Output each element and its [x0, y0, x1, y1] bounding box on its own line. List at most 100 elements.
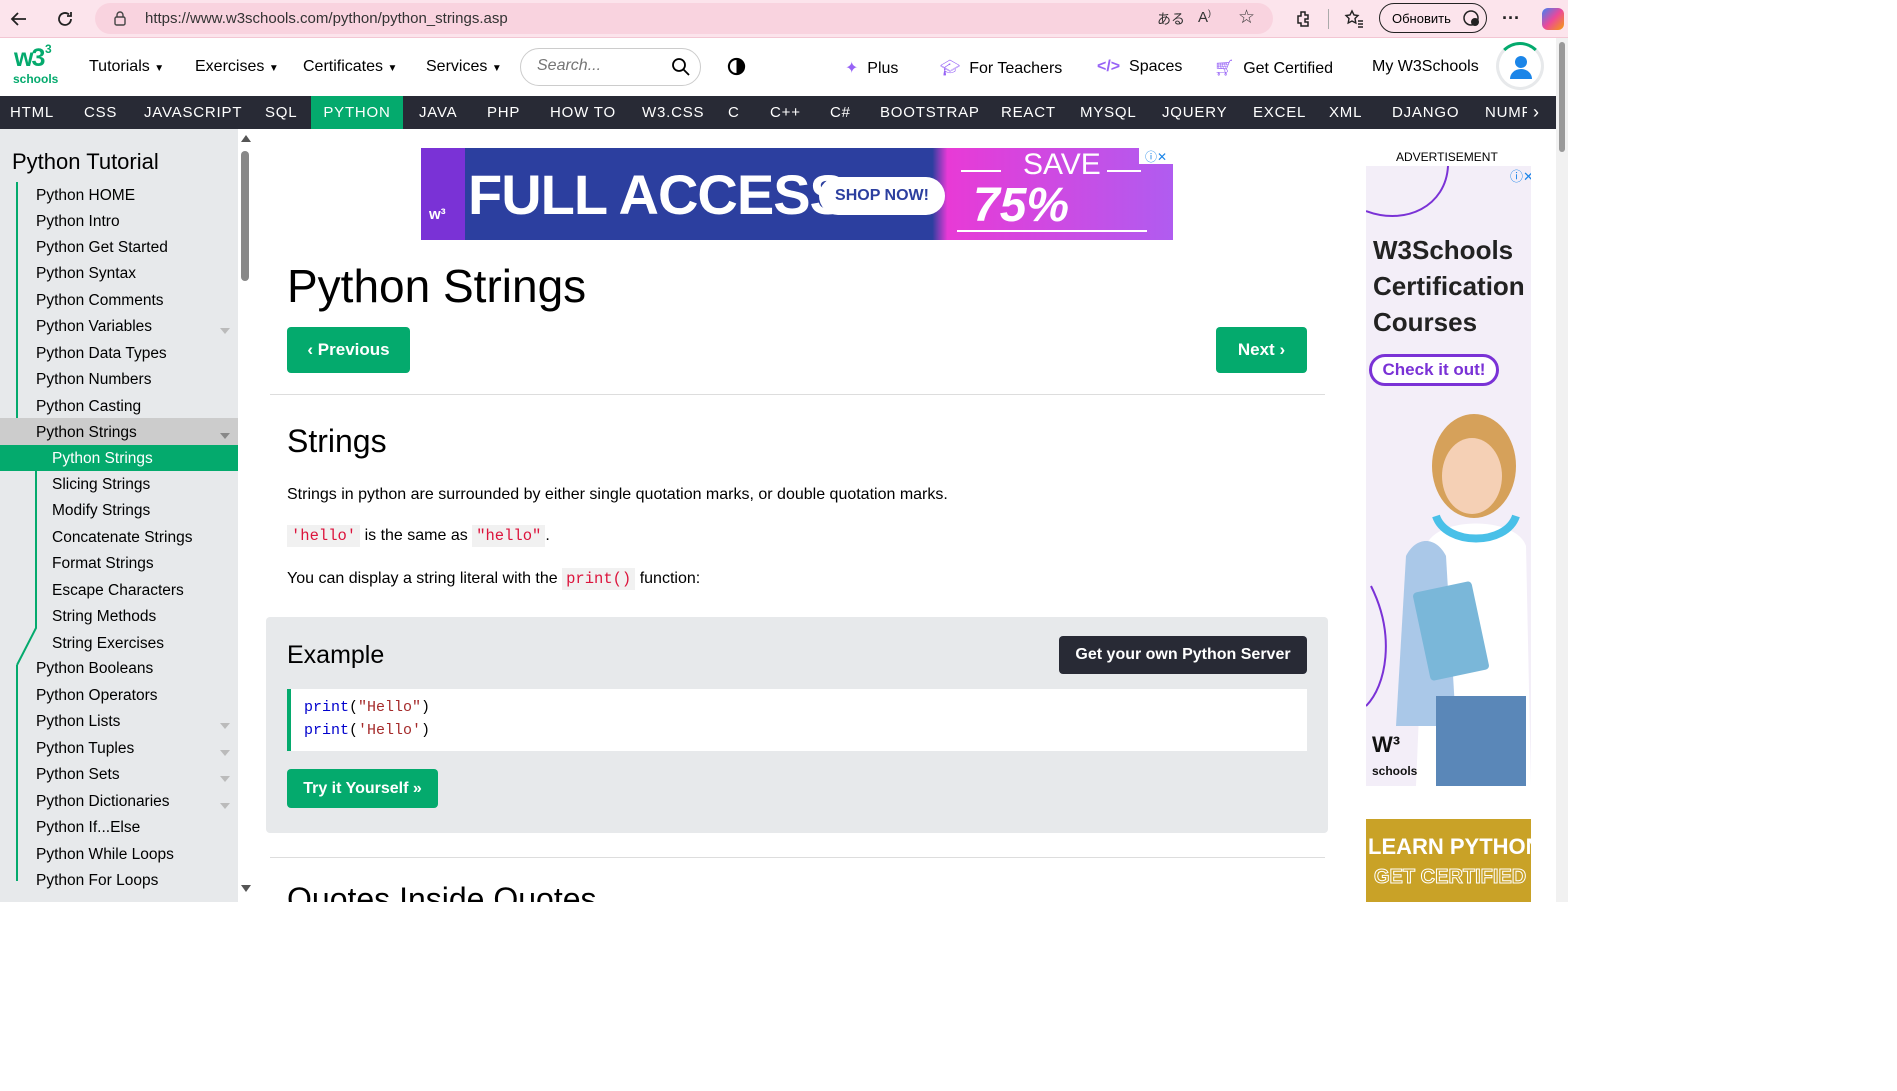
lang-css[interactable]: CSS [84, 96, 117, 129]
inline-code-hello-single: 'hello' [287, 525, 361, 547]
reload-icon[interactable] [52, 6, 78, 32]
nav-for-teachers[interactable]: 🎓︎ For Teachers [940, 58, 1062, 78]
lang-php[interactable]: PHP [487, 96, 520, 129]
favorites-icon[interactable] [1341, 6, 1367, 32]
certification-ad[interactable]: ⓘ✕ W3Schools Certification Courses Check… [1366, 166, 1531, 786]
sidebar-subitem-modify-strings[interactable]: Modify Strings [52, 502, 150, 520]
sidebar-item-python-home[interactable]: Python HOME [36, 187, 135, 205]
ad-shop-now-button[interactable]: SHOP NOW! [819, 177, 945, 215]
sidebar-item-python-comments[interactable]: Python Comments [36, 292, 164, 310]
nav-tutorials[interactable]: Tutorials ▼ [89, 58, 164, 76]
read-aloud-icon[interactable]: A) [1198, 8, 1211, 26]
lang-react[interactable]: REACT [1001, 96, 1056, 129]
expand-caret-icon[interactable] [220, 750, 230, 756]
sidebar-item-python-numbers[interactable]: Python Numbers [36, 371, 151, 389]
expand-caret-icon[interactable] [220, 776, 230, 782]
nav-my-w3schools[interactable]: My W3Schools [1372, 58, 1479, 76]
page-scrollbar[interactable] [1556, 38, 1568, 902]
copilot-icon[interactable] [1542, 8, 1564, 30]
ad-banner[interactable]: w³ FULL ACCESS SHOP NOW! SAVE 75% OFF ⓘ✕ [421, 148, 1173, 240]
lang-xml[interactable]: XML [1329, 96, 1362, 129]
sidebar-item-python-tuples[interactable]: Python Tuples [36, 740, 134, 758]
page-scroll-thumb[interactable] [1559, 42, 1565, 152]
w3schools-logo[interactable]: w3 3 schools [12, 42, 58, 90]
lang-csharp[interactable]: C# [830, 96, 851, 129]
scroll-down-arrow-icon[interactable] [241, 885, 251, 892]
sidebar-subitem-string-exercises[interactable]: String Exercises [52, 635, 164, 653]
nav-spaces[interactable]: </> Spaces [1097, 58, 1182, 76]
sidebar-item-python-while-loops[interactable]: Python While Loops [36, 846, 174, 864]
sidebar-subitem-string-methods[interactable]: String Methods [52, 608, 156, 626]
lang-numpy[interactable]: NUMP [1485, 96, 1527, 129]
expand-caret-icon[interactable] [220, 328, 230, 334]
sidebar-subitem-python-strings[interactable]: Python Strings [52, 450, 153, 468]
sidebar-scroll-thumb[interactable] [241, 151, 249, 281]
get-python-server-button[interactable]: Get your own Python Server [1059, 636, 1307, 674]
sidebar-item-python-intro[interactable]: Python Intro [36, 213, 120, 231]
lang-how-to[interactable]: HOW TO [550, 96, 616, 129]
search-input[interactable] [537, 57, 667, 75]
lang-excel[interactable]: EXCEL [1253, 96, 1306, 129]
expand-caret-icon[interactable] [220, 433, 230, 439]
dark-mode-toggle-icon[interactable] [727, 57, 746, 81]
lang-django[interactable]: DJANGO [1392, 96, 1459, 129]
sidebar-item-python-lists[interactable]: Python Lists [36, 713, 120, 731]
sidebar-subitem-format-strings[interactable]: Format Strings [52, 555, 154, 573]
back-icon[interactable] [6, 6, 32, 32]
ad-close-icon[interactable]: ⓘ✕ [1139, 148, 1173, 164]
learn-python-ad[interactable]: LEARN PYTHON GET CERTIFIED [1366, 819, 1531, 902]
sidebar-item-python-if-else[interactable]: Python If...Else [36, 819, 140, 837]
previous-button[interactable]: ‹ Previous [287, 327, 410, 373]
sidebar-item-python-operators[interactable]: Python Operators [36, 687, 157, 705]
sidebar-item-python-variables[interactable]: Python Variables [36, 318, 152, 336]
sidebar-item-python-sets[interactable]: Python Sets [36, 766, 120, 784]
url-text[interactable]: https://www.w3schools.com/python/python_… [145, 10, 508, 27]
lang-w3css[interactable]: W3.CSS [642, 96, 704, 129]
lang-cpp[interactable]: C++ [770, 96, 801, 129]
lang-sql[interactable]: SQL [265, 96, 297, 129]
sidebar-item-python-for-loops[interactable]: Python For Loops [36, 872, 158, 890]
sidebar-subitem-escape-characters[interactable]: Escape Characters [52, 582, 184, 600]
sidebar-item-python-booleans[interactable]: Python Booleans [36, 660, 153, 678]
update-browser-button[interactable]: Обновить [1379, 3, 1487, 33]
sidebar-subitem-slicing-strings[interactable]: Slicing Strings [52, 476, 150, 494]
translate-icon[interactable]: ある [1157, 9, 1185, 29]
nav-plus[interactable]: ✦ Plus [845, 58, 898, 78]
sidebar-item-python-syntax[interactable]: Python Syntax [36, 265, 136, 283]
sidebar-item-python-dictionaries[interactable]: Python Dictionaries [36, 793, 170, 811]
expand-caret-icon[interactable] [220, 723, 230, 729]
nav-get-certified[interactable]: 🛒︎ Get Certified [1214, 58, 1333, 78]
ad-info-close-icon[interactable]: ⓘ✕ [1510, 166, 1531, 185]
sidebar-item-python-casting[interactable]: Python Casting [36, 398, 141, 416]
nav-exercises[interactable]: Exercises ▼ [195, 58, 279, 76]
extensions-icon[interactable] [1291, 6, 1317, 32]
sidebar-item-python-get-started[interactable]: Python Get Started [36, 239, 168, 257]
lang-c[interactable]: C [728, 96, 740, 129]
search-icon[interactable] [671, 57, 691, 82]
lang-javascript[interactable]: JAVASCRIPT [144, 96, 242, 129]
try-it-yourself-button[interactable]: Try it Yourself » [287, 769, 438, 808]
sidebar-scrollbar[interactable] [238, 129, 253, 902]
ad-check-it-out-button[interactable]: Check it out! [1369, 354, 1499, 386]
lang-mysql[interactable]: MYSQL [1080, 96, 1137, 129]
nav-services[interactable]: Services ▼ [426, 58, 502, 76]
lang-html[interactable]: HTML [10, 96, 54, 129]
user-avatar[interactable] [1496, 42, 1544, 90]
chevron-right-icon[interactable]: › [1533, 96, 1540, 129]
lang-java[interactable]: JAVA [419, 96, 458, 129]
more-options-icon[interactable]: ··· [1502, 8, 1520, 29]
lang-bootstrap[interactable]: BOOTSTRAP [880, 96, 980, 129]
sidebar-subitem-concatenate-strings[interactable]: Concatenate Strings [52, 529, 192, 547]
expand-caret-icon[interactable] [220, 803, 230, 809]
favorite-star-icon[interactable]: ☆ [1238, 6, 1255, 29]
sidebar-item-python-data-types[interactable]: Python Data Types [36, 345, 167, 363]
next-button[interactable]: Next › [1216, 327, 1307, 373]
scroll-up-arrow-icon[interactable] [241, 135, 251, 142]
nav-certificates[interactable]: Certificates ▼ [303, 58, 397, 76]
sidebar-item-python-strings[interactable]: Python Strings [36, 424, 137, 442]
address-bar[interactable]: https://www.w3schools.com/python/python_… [95, 3, 1273, 34]
lock-icon[interactable] [113, 10, 127, 31]
lang-python[interactable]: PYTHON [311, 96, 403, 129]
search-box[interactable] [520, 48, 701, 86]
lang-jquery[interactable]: JQUERY [1162, 96, 1227, 129]
